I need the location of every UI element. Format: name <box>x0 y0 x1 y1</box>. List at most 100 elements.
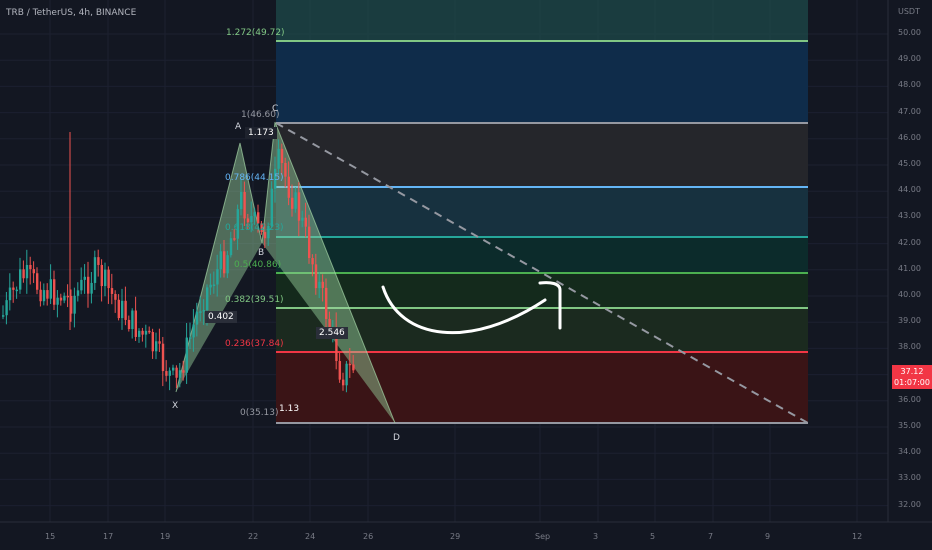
candle-body <box>63 295 66 301</box>
candle-body <box>90 282 93 294</box>
candle-body <box>199 311 202 313</box>
time-tick: 7 <box>708 532 714 541</box>
candle-body <box>32 269 35 274</box>
candle-body <box>117 299 120 319</box>
time-tick: 15 <box>45 532 56 541</box>
candle-body <box>223 251 226 274</box>
time-tick: 19 <box>160 532 171 541</box>
fib-label-0618: 0.618(42.23) <box>225 223 284 233</box>
candle-body <box>12 287 15 290</box>
candle-body <box>134 310 137 337</box>
candle-body <box>253 212 256 217</box>
ratio-label-abc: 0.402 <box>205 311 237 323</box>
candle-body <box>287 176 290 198</box>
fib-zone-0786-0618 <box>276 187 808 237</box>
candle-body <box>114 293 117 300</box>
candle-body <box>229 238 233 256</box>
candle-body <box>131 310 134 330</box>
price-chart[interactable] <box>0 0 932 550</box>
price-tick: 34.00 <box>898 447 921 457</box>
candle-body <box>226 255 229 274</box>
candle-body <box>240 191 243 210</box>
time-tick: 22 <box>248 532 259 541</box>
time-tick: 29 <box>450 532 461 541</box>
time-tick: 26 <box>363 532 374 541</box>
candle-body <box>233 238 236 240</box>
time-tick: 17 <box>103 532 114 541</box>
time-tick: 3 <box>593 532 599 541</box>
fib-zone-top <box>276 0 808 41</box>
candle-body <box>138 330 141 337</box>
fib-zone-1272-1 <box>276 41 808 123</box>
price-tick: 45.00 <box>898 159 921 168</box>
candle-body <box>318 281 321 289</box>
candle-body <box>25 264 29 279</box>
candle-body <box>158 341 161 344</box>
candle-body <box>8 287 12 301</box>
candle-body <box>161 343 165 372</box>
candle-body <box>178 370 182 378</box>
candle-body <box>185 337 188 373</box>
ratio-label-xab: 1.173 <box>245 127 277 139</box>
fib-label-0: 0(35.13) <box>240 408 279 418</box>
candle-body <box>22 269 25 279</box>
candle-body <box>352 364 355 371</box>
price-axis-currency: USDT <box>898 7 920 16</box>
candle-body <box>151 331 154 352</box>
ratio-label-xad: 1.13 <box>279 404 300 414</box>
price-tick: 42.00 <box>898 237 921 247</box>
fib-label-1272: 1.272(49.72) <box>226 28 285 38</box>
price-tick: 43.00 <box>898 211 921 221</box>
candle-body <box>87 276 90 294</box>
point-a: A <box>235 122 242 132</box>
candle-body <box>209 284 212 288</box>
time-tick: 9 <box>765 532 771 541</box>
candle-body <box>257 212 260 224</box>
fib-zone-0618-05 <box>276 237 808 273</box>
candle-body <box>345 363 348 386</box>
price-tick: 41.00 <box>898 263 921 273</box>
candle-body <box>321 281 324 288</box>
fib-label-0382: 0.382(39.51) <box>225 295 284 305</box>
candle-body <box>49 279 52 299</box>
price-tick: 35.00 <box>898 421 921 430</box>
candle-body <box>314 264 318 289</box>
price-tick: 33.00 <box>898 473 921 483</box>
candle-body <box>192 324 195 338</box>
candle-body <box>73 295 76 314</box>
candle-body <box>301 217 304 221</box>
price-tick: 49.00 <box>898 54 921 64</box>
point-d: D <box>393 433 400 443</box>
candle-body <box>15 289 18 292</box>
candle-body <box>165 371 168 376</box>
candle-body <box>284 162 287 177</box>
fib-label-05: 0.5(40.86) <box>234 260 282 270</box>
candle-body <box>195 311 199 325</box>
price-tick: 36.00 <box>898 394 921 404</box>
point-c: C <box>272 104 279 114</box>
current-price-badge: 37.12 01:07:00 <box>892 365 932 389</box>
candle-body <box>175 367 178 378</box>
price-tick: 46.00 <box>898 132 921 142</box>
price-tick: 48.00 <box>898 80 921 90</box>
chart-title: TRB / TetherUS, 4h, BINANCE <box>6 8 137 18</box>
candle-body <box>277 148 280 169</box>
time-tick: Sep <box>535 532 551 541</box>
price-tick: 38.00 <box>898 342 921 352</box>
candle-body <box>311 258 314 265</box>
candle-body <box>280 148 284 163</box>
time-tick: 24 <box>305 532 316 541</box>
candle-body <box>39 289 42 302</box>
candle-body <box>121 300 124 319</box>
candle-body <box>246 218 250 223</box>
candle-body <box>219 251 222 270</box>
point-x: X <box>172 401 179 411</box>
candle-body <box>243 191 246 219</box>
candle-body <box>42 290 46 302</box>
candle-body <box>148 330 151 333</box>
candle-body <box>172 367 175 371</box>
time-tick: 5 <box>650 532 656 541</box>
candle-body <box>83 276 86 280</box>
candle-body <box>104 269 107 287</box>
candle-body <box>342 379 345 386</box>
